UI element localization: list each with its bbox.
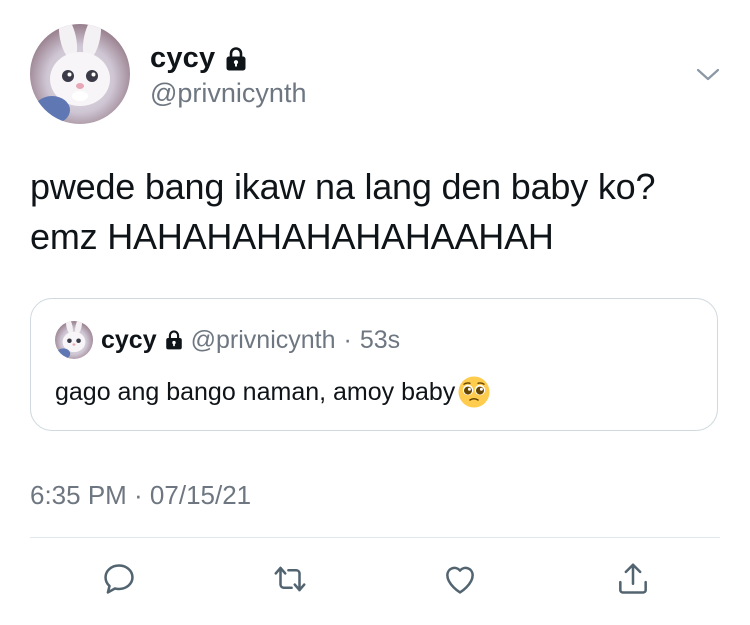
quoted-separator: · xyxy=(343,325,352,354)
author-handle[interactable]: @privnicynth xyxy=(150,78,306,109)
heart-icon xyxy=(446,566,474,594)
avatar[interactable] xyxy=(30,24,130,124)
quoted-avatar xyxy=(55,321,93,359)
chevron-down-icon[interactable] xyxy=(694,60,722,88)
quoted-handle: @privnicynth xyxy=(190,325,336,354)
share-button[interactable] xyxy=(611,557,655,601)
retweet-icon xyxy=(274,566,306,592)
tweet-detail: cycy @privnicynth pwede bang ikaw na lan… xyxy=(0,0,750,625)
author-name-row: cycy xyxy=(150,42,247,75)
divider xyxy=(30,537,720,538)
tweet-text: pwede bang ikaw na lang den baby ko? emz… xyxy=(30,166,656,257)
snowball-bunny-avatar xyxy=(56,321,86,359)
action-bar xyxy=(0,557,750,607)
quoted-tweet-text: gago ang bango naman, amoy baby xyxy=(55,377,456,406)
snowball-bunny-avatar xyxy=(34,24,110,124)
quoted-display-name: cycy xyxy=(101,325,157,354)
reply-icon xyxy=(104,564,134,594)
lock-icon xyxy=(225,46,247,72)
quoted-tweet-header: cycy @privnicynth · 53s xyxy=(55,321,400,359)
share-icon xyxy=(619,563,647,594)
quoted-tweet-card[interactable]: cycy @privnicynth · 53s gago ang bango n… xyxy=(30,298,718,431)
display-name[interactable]: cycy xyxy=(150,42,215,75)
quoted-time: 53s xyxy=(359,325,401,354)
reply-button[interactable] xyxy=(97,557,141,601)
pleading-face-icon xyxy=(457,375,491,409)
quoted-text-row: gago ang bango naman, amoy baby xyxy=(55,375,491,409)
retweet-button[interactable] xyxy=(268,557,312,601)
tweet-timestamp[interactable]: 6:35 PM · 07/15/21 xyxy=(30,480,251,511)
like-button[interactable] xyxy=(438,557,482,601)
lock-icon xyxy=(165,329,183,351)
